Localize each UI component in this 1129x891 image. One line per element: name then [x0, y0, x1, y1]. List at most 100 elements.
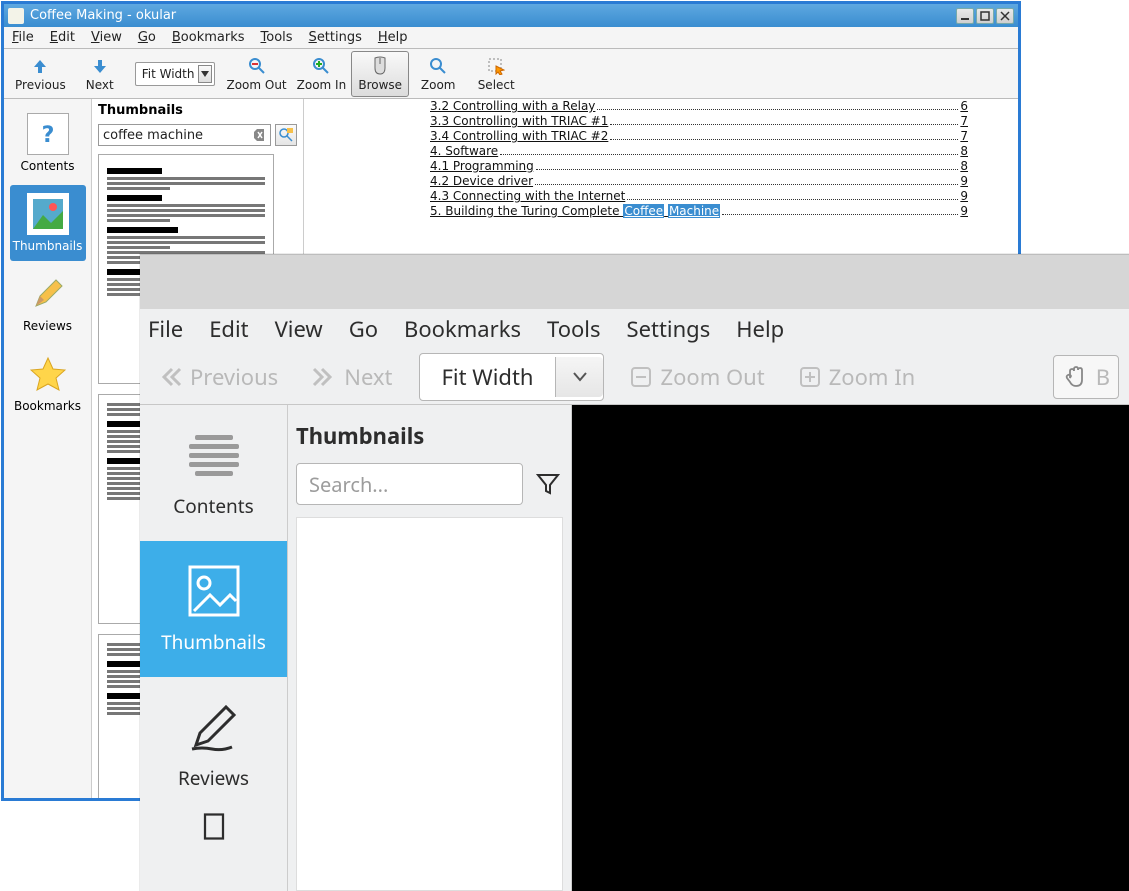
previous-button[interactable]: Previous [150, 356, 286, 398]
zoom-out-button[interactable]: Zoom Out [221, 51, 291, 97]
zoom-in-button[interactable]: Zoom In [292, 51, 352, 97]
previous-button[interactable]: Previous [10, 51, 71, 97]
sidebar-tab-label: Contents [21, 159, 75, 173]
sidebar-tab-contents[interactable]: ? Contents [10, 105, 86, 181]
toolbar-label: Next [344, 362, 392, 392]
sidebar-tabs: Contents Thumbnails Reviews [140, 405, 288, 891]
zoom-level-value: Fit Width [420, 354, 556, 400]
zoom-in-button[interactable]: Zoom In [791, 356, 924, 398]
sidebar-tab-thumbnails[interactable]: Thumbnails [140, 541, 287, 677]
hand-icon [1062, 364, 1088, 390]
menu-tools[interactable]: Tools [261, 30, 293, 45]
thumbnail-search-input[interactable]: coffee machine [98, 124, 271, 146]
toc-row-highlighted[interactable]: 5. Building the Turing Complete Coffee M… [430, 204, 968, 219]
menu-go[interactable]: Go [138, 30, 156, 45]
toc-row[interactable]: 3.3 Controlling with TRIAC #17 [430, 114, 968, 129]
clear-icon[interactable] [252, 128, 266, 142]
menu-settings[interactable]: Settings [309, 30, 362, 45]
search-value: coffee machine [103, 128, 252, 143]
menu-view[interactable]: View [91, 30, 122, 45]
zoom-level-value: Fit Width [142, 67, 195, 81]
sidebar-tab-label: Bookmarks [14, 399, 81, 413]
menu-help[interactable]: Help [736, 314, 784, 344]
menu-edit[interactable]: Edit [50, 30, 75, 45]
toc-row[interactable]: 4. Software8 [430, 144, 968, 159]
filter-button[interactable] [275, 124, 297, 146]
menu-go[interactable]: Go [349, 314, 378, 344]
zoom-tool-button[interactable]: Zoom [409, 51, 467, 97]
toolbar-label: B [1096, 362, 1110, 392]
sidebar-tab-thumbnails[interactable]: Thumbnails [10, 185, 86, 261]
toolbar: Previous Next Fit Width Zoom Out Zoom In… [140, 349, 1129, 405]
menu-tools[interactable]: Tools [547, 314, 601, 344]
menu-help[interactable]: Help [378, 30, 408, 45]
okular-window-front: File Edit View Go Bookmarks Tools Settin… [140, 254, 1129, 891]
filter-button[interactable] [533, 469, 563, 499]
menu-file[interactable]: File [148, 314, 183, 344]
zoom-level-select[interactable]: Fit Width [135, 62, 216, 86]
document-view[interactable] [572, 405, 1129, 891]
maximize-button[interactable] [976, 8, 994, 24]
image-icon [27, 193, 69, 235]
sidebar-tab-reviews[interactable]: Reviews [140, 677, 287, 813]
magnifier-icon [428, 56, 448, 76]
toc-row[interactable]: 3.4 Controlling with TRIAC #27 [430, 129, 968, 144]
chevron-left-icon [158, 365, 182, 389]
titlebar[interactable]: Coffee Making - okular [4, 4, 1018, 27]
menu-bookmarks[interactable]: Bookmarks [404, 314, 521, 344]
toc-row[interactable]: 4.2 Device driver9 [430, 174, 968, 189]
sidebar-tab-bookmarks[interactable]: Bookmarks [10, 345, 86, 421]
pencil-icon [186, 699, 242, 755]
zoom-level-select[interactable]: Fit Width [419, 353, 605, 401]
toolbar-label: Browse [358, 78, 402, 92]
next-button[interactable]: Next [304, 356, 400, 398]
funnel-icon [536, 472, 560, 496]
toc-row[interactable]: 3.2 Controlling with a Relay6 [430, 99, 968, 114]
thumbnail-list[interactable] [296, 517, 563, 891]
toc-row[interactable]: 4.3 Connecting with the Internet9 [430, 189, 968, 204]
sidebar-tab-reviews[interactable]: Reviews [10, 265, 86, 341]
next-button[interactable]: Next [71, 51, 129, 97]
zoom-out-icon [247, 56, 267, 76]
select-icon [486, 56, 506, 76]
toolbar-label: Next [86, 78, 114, 92]
browse-button[interactable]: B [1053, 355, 1119, 399]
select-button[interactable]: Select [467, 51, 525, 97]
toc-row[interactable]: 4.1 Programming8 [430, 159, 968, 174]
chevron-right-icon [312, 365, 336, 389]
search-highlight: Machine [668, 204, 720, 218]
menu-file[interactable]: File [12, 30, 34, 45]
plus-icon [799, 366, 821, 388]
svg-text:?: ? [41, 123, 54, 147]
toolbar-label: Zoom In [829, 362, 916, 392]
search-highlight: Coffee [623, 204, 664, 218]
app-icon [8, 8, 24, 24]
menu-edit[interactable]: Edit [209, 314, 248, 344]
menubar: File Edit View Go Bookmarks Tools Settin… [4, 27, 1018, 49]
menubar: File Edit View Go Bookmarks Tools Settin… [140, 309, 1129, 349]
toolbar-label: Zoom [421, 78, 456, 92]
window-title: Coffee Making - okular [30, 8, 954, 23]
close-button[interactable] [996, 8, 1014, 24]
funnel-icon [278, 127, 294, 143]
thumbnail-search-input[interactable]: Search... [296, 463, 523, 505]
browse-button[interactable]: Browse [351, 51, 409, 97]
titlebar[interactable] [140, 255, 1129, 309]
toolbar: Previous Next Fit Width Zoom Out Zoom In… [4, 49, 1018, 99]
toolbar-label: Previous [15, 78, 66, 92]
sidebar-tab-label: Reviews [23, 319, 72, 333]
minimize-button[interactable] [956, 8, 974, 24]
menu-bookmarks[interactable]: Bookmarks [172, 30, 245, 45]
toolbar-label: Select [478, 78, 515, 92]
search-placeholder: Search... [309, 471, 388, 498]
arrow-down-icon [90, 56, 110, 76]
sidebar-tab-label: Thumbnails [13, 239, 83, 253]
sidebar-tab-bookmarks[interactable] [140, 813, 287, 853]
menu-view[interactable]: View [275, 314, 323, 344]
toolbar-label: Zoom Out [660, 362, 764, 392]
list-icon [186, 427, 242, 483]
thumbnails-panel: Thumbnails Search... [288, 405, 572, 891]
menu-settings[interactable]: Settings [627, 314, 711, 344]
zoom-out-button[interactable]: Zoom Out [622, 356, 772, 398]
sidebar-tab-contents[interactable]: Contents [140, 405, 287, 541]
